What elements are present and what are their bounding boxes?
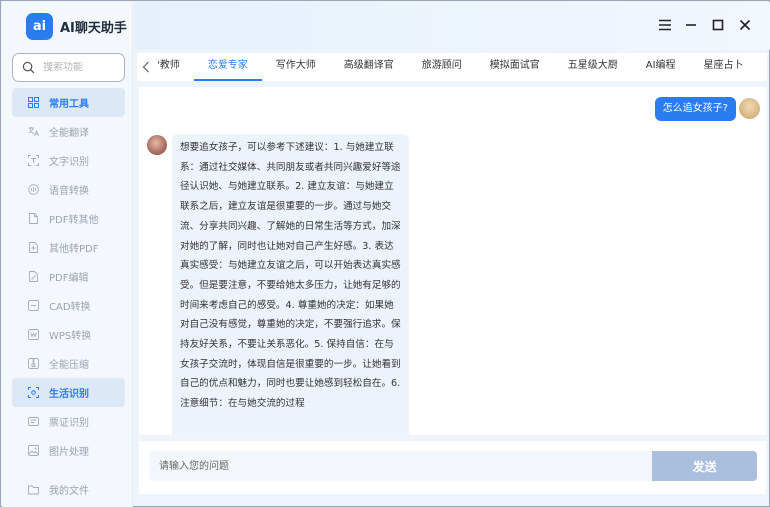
- sidebar-item-my-files[interactable]: 我的文件: [12, 475, 125, 504]
- to-pdf-icon: [29, 242, 38, 253]
- sidebar-item-label: PDF编辑: [49, 273, 89, 284]
- sidebar-item-label: 生活识别: [49, 389, 89, 400]
- sidebar-item-pdf-to-other[interactable]: PDF转其他: [12, 204, 125, 233]
- app-logo: ai AI聊天助手: [26, 12, 127, 40]
- sidebar-item-label: 我的文件: [49, 486, 89, 497]
- sidebar-item-other-to-pdf[interactable]: 其他转PDF: [12, 233, 125, 262]
- sidebar-item-text-recognition[interactable]: 文字识别: [12, 146, 125, 175]
- sidebar-item-translate[interactable]: 全能翻译: [12, 117, 125, 146]
- sidebar-item-label: WPS转换: [49, 331, 92, 342]
- sidebar-item-label: PDF转其他: [49, 215, 99, 226]
- ticket-icon: [28, 417, 39, 426]
- sidebar-item-life-recognition[interactable]: 生活识别: [12, 378, 125, 407]
- sidebar-item-pdf-edit[interactable]: PDF编辑: [12, 262, 125, 291]
- sidebar: ai AI聊天助手 常用工具 全能翻译 文字识别 语音转换: [2, 2, 133, 507]
- sidebar-item-label: 全能翻译: [49, 128, 89, 139]
- search-input[interactable]: [43, 62, 113, 73]
- tab-writing-master[interactable]: 写作大师: [262, 53, 330, 81]
- sidebar-item-ticket-recognition[interactable]: 票证识别: [12, 407, 125, 436]
- question-input[interactable]: [149, 451, 652, 481]
- user-message: 怎么追女孩子?: [654, 97, 736, 121]
- assistant-message: 想要追女孩子，可以参考下述建议：1. 与她建立联系：通过社交媒体、共同朋友或者共…: [172, 134, 409, 435]
- sidebar-item-image-processing[interactable]: 图片处理: [12, 436, 125, 465]
- voice-icon: [28, 184, 39, 195]
- user-avatar: [739, 98, 760, 119]
- assistant-avatar: [147, 135, 167, 155]
- pdf-edit-icon: [29, 271, 38, 282]
- title-bar: [134, 2, 770, 50]
- tab-ai-programming[interactable]: AI编程: [632, 53, 690, 81]
- minimize-button[interactable]: [683, 17, 699, 33]
- sidebar-item-label: 全能压缩: [49, 360, 89, 371]
- chat-area[interactable]: 怎么追女孩子? 想要追女孩子，可以参考下述建议：1. 与她建立联系：通过社交媒体…: [139, 87, 766, 435]
- maximize-button[interactable]: [710, 17, 726, 33]
- minimize-icon: [686, 24, 696, 26]
- tab-senior-translator[interactable]: 高级翻译官: [330, 53, 408, 81]
- chevron-left-icon: [142, 61, 149, 73]
- sidebar-item-label: 票证识别: [49, 418, 89, 429]
- sidebar-item-label: CAD转换: [49, 302, 91, 313]
- sidebar-item-compress[interactable]: 全能压缩: [12, 349, 125, 378]
- tab-love-expert[interactable]: 恋爱专家: [193, 53, 262, 81]
- folder-icon: [28, 485, 39, 495]
- close-button[interactable]: [737, 17, 753, 33]
- menu-button[interactable]: [657, 17, 673, 33]
- cad-icon: [28, 300, 39, 311]
- sidebar-item-cad-convert[interactable]: CAD转换: [12, 291, 125, 320]
- sidebar-item-label: 其他转PDF: [49, 244, 99, 255]
- grid-icon: [28, 97, 39, 108]
- app-window: ai AI聊天助手 常用工具 全能翻译 文字识别 语音转换: [0, 0, 770, 507]
- sidebar-nav: 常用工具 全能翻译 文字识别 语音转换 PDF转其他 其他转PDF PDF编辑 …: [12, 88, 125, 465]
- sidebar-item-wps-convert[interactable]: WPS转换: [12, 320, 125, 349]
- sidebar-item-label: 图片处理: [49, 447, 89, 458]
- assistant-tabs: '教师 恋爱专家 写作大师 高级翻译官 旅游顾问 模拟面试官 五星级大厨 AI编…: [137, 53, 767, 81]
- ai-logo-icon: ai: [26, 12, 53, 40]
- tab-teacher[interactable]: '教师: [155, 53, 194, 81]
- tab-mock-interviewer[interactable]: 模拟面试官: [476, 53, 554, 81]
- sidebar-item-common-tools[interactable]: 常用工具: [12, 88, 125, 117]
- app-title: AI聊天助手: [60, 20, 127, 36]
- maximize-icon: [712, 19, 724, 31]
- search-icon: [22, 61, 35, 74]
- tabs-scroll-left-button[interactable]: [137, 53, 155, 81]
- text-recognition-icon: [28, 155, 39, 166]
- menu-icon: [659, 19, 671, 31]
- input-bar: 发送: [139, 441, 766, 494]
- send-button[interactable]: 发送: [652, 451, 757, 481]
- close-icon: [739, 19, 751, 31]
- translate-icon: [28, 127, 39, 137]
- pdf-convert-icon: [29, 213, 38, 224]
- compress-icon: [28, 358, 39, 369]
- image-icon: [28, 445, 39, 456]
- tab-horoscope[interactable]: 星座占卜: [690, 53, 758, 81]
- sidebar-item-label: 文字识别: [49, 157, 89, 168]
- wps-icon: [28, 329, 39, 340]
- sidebar-item-voice-convert[interactable]: 语音转换: [12, 175, 125, 204]
- tab-travel-consultant[interactable]: 旅游顾问: [408, 53, 476, 81]
- scan-icon: [28, 387, 39, 398]
- tab-five-star-chef[interactable]: 五星级大厨: [554, 53, 632, 81]
- sidebar-item-label: 常用工具: [49, 99, 89, 110]
- search-box[interactable]: [12, 53, 125, 82]
- sidebar-item-label: 语音转换: [49, 186, 89, 197]
